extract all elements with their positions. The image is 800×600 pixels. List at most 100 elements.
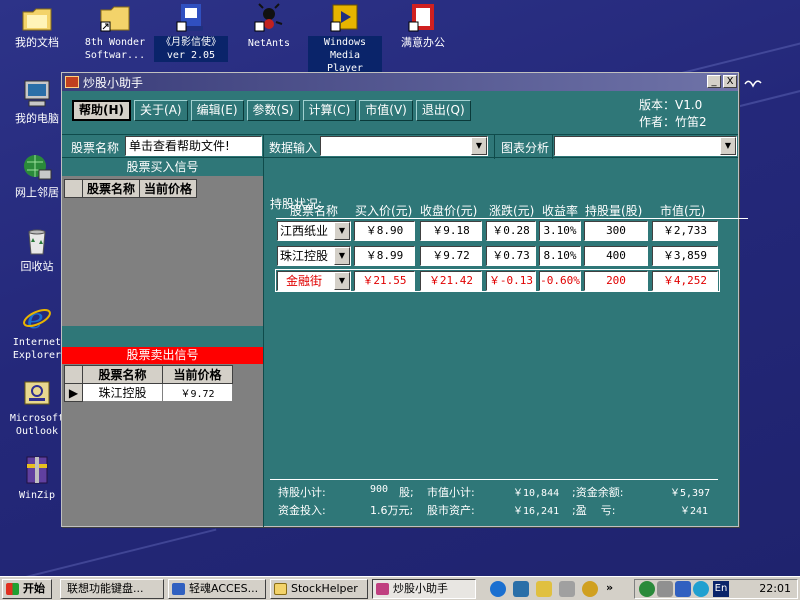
ime-tray-icon[interactable] bbox=[675, 581, 691, 597]
holding-value[interactable]: ￥2,733 bbox=[652, 221, 718, 241]
holding-close[interactable]: ￥9.72 bbox=[420, 246, 482, 266]
outlook-icon bbox=[21, 378, 53, 410]
office-app-icon bbox=[407, 2, 439, 34]
grid-header-name[interactable]: 股票名称 bbox=[81, 179, 141, 198]
value-subtotal-label: 市值小计: bbox=[427, 486, 475, 499]
chart-analysis-label: 图表分析 bbox=[501, 141, 550, 155]
holding-name: 珠江控股 bbox=[280, 249, 329, 263]
data-input-combo[interactable]: ▼ bbox=[320, 136, 488, 156]
buy-signal-grid: 股票名称 当前价格 bbox=[64, 179, 198, 198]
summary-panel: 持股小计: 900 股; 市值小计: ￥10,844 ;资金余额: ￥5,397… bbox=[270, 479, 718, 519]
menu-value[interactable]: 市值(V) bbox=[359, 100, 413, 121]
chevron-down-icon[interactable]: ▼ bbox=[720, 137, 736, 155]
holding-buy[interactable]: ￥21.55 bbox=[354, 271, 415, 291]
window-titlebar[interactable]: 炒股小助手 bbox=[62, 73, 738, 91]
pl-label: ;盈 亏: bbox=[572, 504, 616, 517]
holding-close[interactable]: ￥9.18 bbox=[420, 221, 482, 241]
grid-header-price[interactable]: 当前价格 bbox=[139, 179, 198, 198]
holding-close[interactable]: ￥21.42 bbox=[420, 271, 482, 291]
chevron-down-icon[interactable]: ▼ bbox=[334, 272, 350, 290]
holding-buy[interactable]: ￥8.99 bbox=[354, 246, 415, 266]
minimize-button[interactable]: _ bbox=[707, 75, 721, 88]
app-shortcut-icon bbox=[175, 2, 207, 34]
desktop-icon-8th-wonder[interactable]: 8th Wonder Softwar... bbox=[78, 2, 152, 62]
data-input-label: 数据输入 bbox=[269, 141, 318, 155]
holding-change[interactable]: ￥-0.13 bbox=[486, 271, 536, 291]
task-keyboard[interactable]: 联想功能键盘... bbox=[60, 579, 164, 599]
sell-row-name[interactable]: 珠江控股 bbox=[82, 383, 163, 402]
chevron-down-icon[interactable]: ▼ bbox=[334, 247, 350, 265]
menu-params[interactable]: 参数(S) bbox=[246, 100, 300, 121]
app-window: 炒股小助手 _ X 帮助(H) 关于(A) 编辑(E) 参数(S) 计算(C) … bbox=[61, 72, 748, 527]
holding-qty[interactable]: 400 bbox=[584, 246, 648, 266]
holding-yield[interactable]: 8.10% bbox=[539, 246, 581, 266]
holding-stock-combo[interactable]: 江西纸业 ▼ bbox=[277, 221, 351, 241]
chart-analysis-combo[interactable]: ▼ bbox=[554, 136, 737, 156]
menu-exit[interactable]: 退出(Q) bbox=[415, 100, 471, 121]
divider bbox=[494, 135, 495, 159]
holding-change[interactable]: ￥0.28 bbox=[486, 221, 536, 241]
desktop-quicklaunch-icon[interactable] bbox=[513, 581, 529, 597]
system-tray: En 22:01 bbox=[634, 579, 798, 599]
start-label: 开始 bbox=[23, 582, 45, 595]
desktop-icon-yueying[interactable]: 《月影信使》 ver 2.05 bbox=[154, 2, 228, 62]
menu-help[interactable]: 帮助(H) bbox=[72, 100, 132, 121]
ie-quicklaunch-icon[interactable] bbox=[490, 581, 506, 597]
task-stock-assistant[interactable]: 炒股小助手 bbox=[372, 579, 476, 599]
holding-yield[interactable]: 3.10% bbox=[539, 221, 581, 241]
wallpaper-bird-icon bbox=[744, 78, 762, 92]
start-button[interactable]: 开始 bbox=[2, 579, 52, 599]
qq-quicklaunch-icon[interactable] bbox=[582, 581, 598, 597]
desktop-icon-office[interactable]: 满意办公 bbox=[386, 2, 460, 49]
task-label: StockHelper bbox=[291, 582, 358, 595]
hold-subtotal: 900 bbox=[370, 484, 389, 495]
language-indicator[interactable]: En bbox=[713, 581, 729, 597]
assets-value: ￥16,241 bbox=[513, 506, 560, 517]
holdings-header: 市值(元) bbox=[660, 204, 706, 218]
holding-name: 金融街 bbox=[286, 274, 323, 288]
computer-icon bbox=[21, 78, 53, 110]
holding-stock-combo[interactable]: 金融街 ▼ bbox=[277, 271, 351, 291]
holding-stock-combo[interactable]: 珠江控股 ▼ bbox=[277, 246, 351, 266]
menu-edit[interactable]: 编辑(E) bbox=[190, 100, 244, 121]
buy-signal-pane: 股票名称 当前价格 bbox=[62, 176, 263, 326]
sell-row-price[interactable]: ￥9.72 bbox=[162, 383, 233, 402]
hold-unit: 股; bbox=[399, 486, 414, 499]
menu-calc[interactable]: 计算(C) bbox=[302, 100, 357, 121]
holding-qty[interactable]: 200 bbox=[584, 271, 648, 291]
holding-value[interactable]: ￥3,859 bbox=[652, 246, 718, 266]
close-button[interactable]: X bbox=[723, 75, 737, 88]
menu-about[interactable]: 关于(A) bbox=[134, 100, 188, 121]
pl-value: ￥241 bbox=[680, 506, 709, 517]
tool-quicklaunch-icon[interactable] bbox=[559, 581, 575, 597]
task-access[interactable]: 轻魂ACCES... bbox=[168, 579, 266, 599]
desktop-icon-my-documents[interactable]: 我的文档 bbox=[0, 2, 74, 49]
holding-qty[interactable]: 300 bbox=[584, 221, 648, 241]
value-subtotal: ￥10,844 bbox=[513, 488, 560, 499]
network-tray-icon[interactable] bbox=[639, 581, 655, 597]
stock-name-combo[interactable]: 单击查看帮助文件! ▼ bbox=[125, 136, 262, 156]
invest-value: 1.6万元; bbox=[370, 504, 414, 517]
holding-value[interactable]: ￥4,252 bbox=[652, 271, 718, 291]
holding-change[interactable]: ￥0.73 bbox=[486, 246, 536, 266]
desktop-icon-netants[interactable]: NetAnts bbox=[232, 2, 306, 50]
grid-header-name[interactable]: 股票名称 bbox=[82, 365, 163, 384]
holding-yield[interactable]: -0.60% bbox=[539, 271, 581, 291]
task-stockhelper[interactable]: StockHelper bbox=[270, 579, 368, 599]
chevron-down-icon[interactable]: ▼ bbox=[334, 222, 350, 240]
app-icon bbox=[172, 583, 185, 595]
clock: 22:01 bbox=[759, 582, 791, 595]
speaker-icon[interactable] bbox=[657, 581, 673, 597]
hold-subtotal-label: 持股小计: bbox=[278, 486, 326, 499]
app-tray-icon[interactable] bbox=[693, 581, 709, 597]
table-row[interactable]: ▶ 珠江控股 ￥9.72 bbox=[64, 383, 233, 402]
chevron-down-icon[interactable]: ▼ bbox=[471, 137, 487, 155]
outlook-quicklaunch-icon[interactable] bbox=[536, 581, 552, 597]
holding-buy[interactable]: ￥8.90 bbox=[354, 221, 415, 241]
winzip-icon bbox=[21, 454, 53, 486]
desktop-icon-media-player[interactable]: Windows Media Player bbox=[308, 2, 382, 75]
chevron-right-icon[interactable]: » bbox=[606, 581, 613, 594]
holdings-header: 买入价(元) bbox=[355, 204, 413, 218]
grid-header-price[interactable]: 当前价格 bbox=[162, 365, 233, 384]
cash-label: ;资金余额: bbox=[572, 486, 624, 499]
